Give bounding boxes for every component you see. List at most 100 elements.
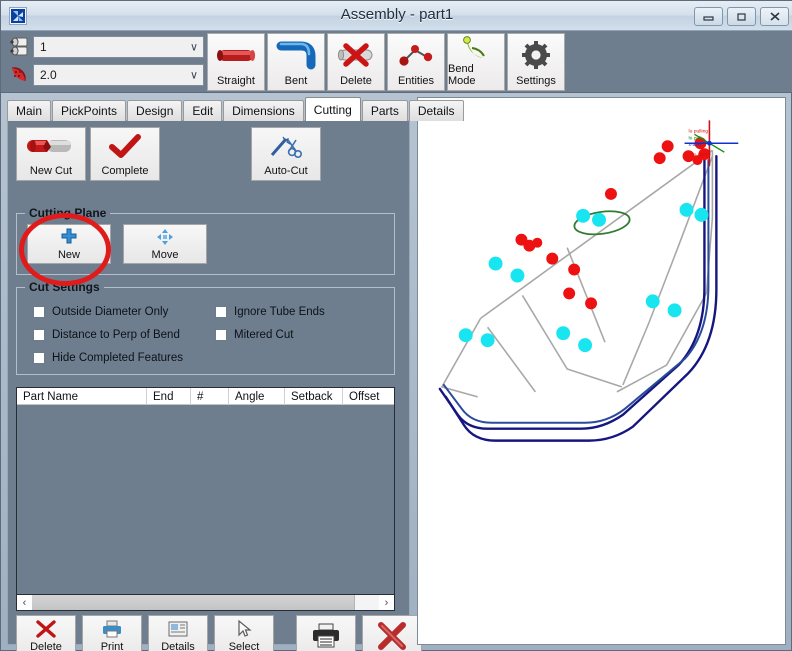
new-cut-label: New Cut	[29, 165, 73, 177]
checkbox-hide-completed-features[interactable]: Hide Completed Features	[33, 352, 183, 364]
bottom-select-button[interactable]: Select	[214, 615, 274, 651]
red-x-large-icon	[377, 616, 407, 651]
checkbox-ignore-tube-ends[interactable]: Ignore Tube Ends	[215, 306, 325, 318]
column-angle[interactable]: Angle	[229, 388, 285, 405]
cyan-node-group	[458, 202, 709, 353]
checkbox-label: Distance to Perp of Bend	[52, 329, 180, 341]
print-icon-button[interactable]	[296, 615, 356, 651]
complete-label: Complete	[101, 165, 149, 177]
delete-label: Delete	[340, 75, 372, 87]
cursor-arrow-icon	[235, 616, 253, 641]
scroll-right-arrow-icon[interactable]: ›	[379, 597, 394, 609]
checkbox-mitered-cut[interactable]: Mitered Cut	[215, 329, 293, 341]
checkbox-label: Mitered Cut	[234, 329, 294, 341]
plane-new-button[interactable]: New	[27, 224, 111, 264]
tube-select-row: 1 ∨	[7, 34, 204, 60]
title-bar: Assembly - part1	[1, 1, 792, 31]
cuts-table[interactable]: Part Name End # Angle Setback Offset	[16, 387, 395, 594]
main-toolbar: 1 ∨ 2.0 ∨ Straight Bent Delete Entities …	[1, 31, 792, 93]
tab-dimensions[interactable]: Dimensions	[223, 100, 304, 121]
checkbox-box[interactable]	[215, 306, 227, 318]
clear-icon-button[interactable]	[362, 615, 422, 651]
svg-text:lo spot: lo spot	[693, 152, 708, 158]
delete-tube-icon	[328, 34, 384, 75]
bend-mode-button[interactable]: Bend Mode	[447, 33, 505, 91]
column-setback[interactable]: Setback	[285, 388, 343, 405]
delete-button[interactable]: Delete	[327, 33, 385, 91]
entities-icon	[388, 34, 444, 75]
minimize-button[interactable]	[694, 7, 723, 26]
diameter-select[interactable]: 2.0 ∨	[33, 64, 204, 86]
settings-label: Settings	[516, 75, 556, 87]
tab-parts[interactable]: Parts	[361, 100, 408, 121]
checkbox-box[interactable]	[33, 306, 45, 318]
checkbox-label: Ignore Tube Ends	[234, 306, 325, 318]
checkmark-icon	[108, 128, 142, 165]
bend-die-icon	[7, 63, 33, 87]
roller-icon	[7, 35, 33, 59]
bent-button[interactable]: Bent	[267, 33, 325, 91]
scroll-thumb[interactable]	[32, 595, 355, 610]
table-body	[17, 405, 394, 594]
scroll-track[interactable]	[32, 595, 379, 610]
window-controls	[694, 7, 789, 26]
3d-viewport[interactable]: lo pulling hi pull x-axis lo spot	[417, 97, 786, 645]
tab-label: Edit	[192, 104, 214, 118]
checkbox-box[interactable]	[33, 329, 45, 341]
straight-label: Straight	[217, 75, 255, 87]
bottom-details-label: Details	[161, 641, 195, 651]
restore-button[interactable]	[727, 7, 756, 26]
tab-pickpoints[interactable]: PickPoints	[52, 100, 127, 121]
bottom-button-bar: Delete Print Details Select	[16, 615, 422, 651]
column-end[interactable]: End	[147, 388, 191, 405]
tab-design[interactable]: Design	[127, 100, 183, 121]
column-part-name[interactable]: Part Name	[17, 388, 147, 405]
checkbox-box[interactable]	[215, 329, 227, 341]
bottom-delete-button[interactable]: Delete	[16, 615, 76, 651]
bend-mode-label: Bend Mode	[448, 63, 476, 87]
settings-button[interactable]: Settings	[507, 33, 565, 91]
tube-select[interactable]: 1 ∨	[33, 36, 204, 58]
auto-cut-button[interactable]: Auto-Cut	[251, 127, 321, 181]
entities-label: Entities	[397, 75, 435, 87]
svg-text:hi pull: hi pull	[689, 135, 702, 141]
tab-details[interactable]: Details	[408, 100, 464, 121]
complete-button[interactable]: Complete	[90, 127, 160, 181]
tube-outline-group	[438, 154, 718, 442]
bottom-print-button[interactable]: Print	[82, 615, 142, 651]
tab-edit[interactable]: Edit	[183, 100, 223, 121]
wand-scissors-icon	[268, 128, 304, 165]
close-button[interactable]	[760, 7, 789, 26]
tab-main[interactable]: Main	[7, 100, 52, 121]
column-number[interactable]: #	[191, 388, 229, 405]
details-icon	[167, 616, 189, 641]
checkbox-outside-diameter-only[interactable]: Outside Diameter Only	[33, 306, 168, 318]
toolbar-buttons: Straight Bent Delete Entities Bend Mode …	[207, 33, 565, 91]
chevron-down-icon[interactable]: ∨	[190, 69, 198, 82]
printer-icon	[101, 616, 123, 641]
bottom-print-label: Print	[100, 641, 124, 651]
chevron-down-icon[interactable]: ∨	[190, 41, 198, 54]
plane-new-label: New	[57, 249, 80, 261]
toolbar-selectors: 1 ∨ 2.0 ∨	[7, 34, 204, 90]
bent-label: Bent	[284, 75, 308, 87]
entities-button[interactable]: Entities	[387, 33, 445, 91]
table-horizontal-scrollbar[interactable]: ‹ ›	[16, 594, 395, 611]
tube-outline-alt-group	[442, 159, 710, 424]
diameter-select-row: 2.0 ∨	[7, 62, 204, 88]
auto-cut-label: Auto-Cut	[264, 165, 308, 177]
scroll-left-arrow-icon[interactable]: ‹	[17, 597, 32, 609]
plus-icon	[60, 225, 78, 249]
gear-icon	[508, 34, 564, 75]
svg-text:x-axis: x-axis	[689, 142, 702, 148]
checkbox-box[interactable]	[33, 352, 45, 364]
red-x-icon	[35, 616, 57, 641]
tube-select-value: 1	[40, 40, 47, 54]
checkbox-distance-to-perp-of-bend[interactable]: Distance to Perp of Bend	[33, 329, 180, 341]
straight-button[interactable]: Straight	[207, 33, 265, 91]
bottom-details-button[interactable]: Details	[148, 615, 208, 651]
column-offset[interactable]: Offset	[343, 388, 394, 405]
new-cut-button[interactable]: New Cut	[16, 127, 86, 181]
plane-move-button[interactable]: Move	[123, 224, 207, 264]
tab-cutting[interactable]: Cutting	[304, 97, 361, 121]
